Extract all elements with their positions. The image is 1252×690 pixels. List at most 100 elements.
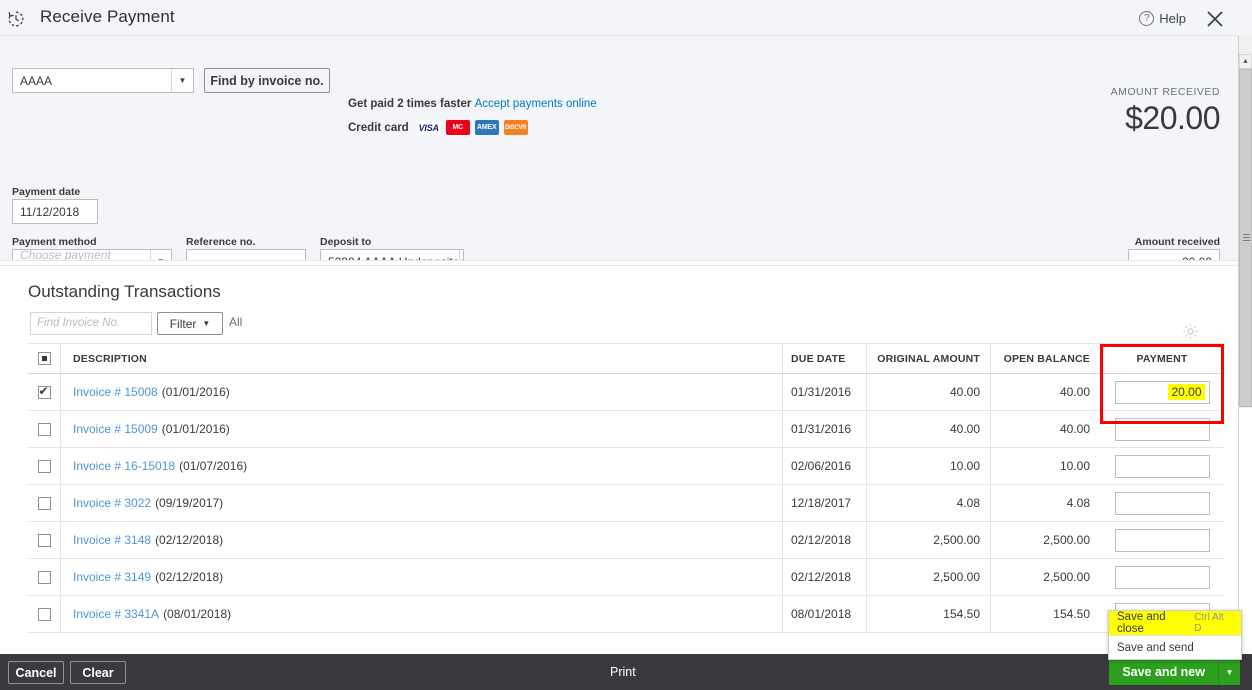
- column-header-open-balance[interactable]: OPEN BALANCE: [990, 344, 1100, 373]
- filter-all-label: All: [229, 315, 243, 329]
- scroll-up-button[interactable]: ▲: [1239, 54, 1252, 69]
- cell-description: Invoice # 15009 (01/01/2016): [60, 411, 782, 447]
- table-row: Invoice # 3148 (02/12/2018) 02/12/2018 2,50…: [28, 522, 1224, 559]
- payment-date-input[interactable]: 11/12/2018: [12, 199, 98, 224]
- cell-due-date: 01/31/2016: [782, 411, 866, 447]
- row-checkbox[interactable]: [37, 533, 51, 547]
- clear-button[interactable]: Clear: [70, 661, 126, 684]
- cell-payment: [1100, 522, 1224, 558]
- cell-original-amount: 2,500.00: [866, 522, 990, 558]
- cell-due-date: 12/18/2017: [782, 485, 866, 521]
- chevron-down-icon[interactable]: ▼: [1218, 659, 1240, 685]
- column-header-description[interactable]: DESCRIPTION: [60, 344, 782, 373]
- column-header-due-date[interactable]: DUE DATE: [782, 344, 866, 373]
- credit-card-row: Credit card VISA MC AMEX DISCVR: [348, 120, 528, 135]
- help-label: Help: [1159, 11, 1186, 26]
- reference-no-label: Reference no.: [186, 236, 256, 248]
- row-select-cell: [28, 459, 60, 473]
- cell-original-amount: 4.08: [866, 485, 990, 521]
- amount-received-heading: AMOUNT RECEIVED: [1110, 86, 1220, 98]
- table-header-row: DESCRIPTION DUE DATE ORIGINAL AMOUNT OPE…: [28, 344, 1224, 374]
- invoice-date: (01/07/2016): [179, 459, 248, 473]
- menu-item-save-and-send[interactable]: Save and send: [1109, 635, 1241, 659]
- customer-select[interactable]: AAAA ▼: [12, 68, 194, 93]
- cell-due-date: 02/06/2016: [782, 448, 866, 484]
- select-all-checkbox[interactable]: [37, 352, 51, 365]
- cancel-button[interactable]: Cancel: [8, 661, 64, 684]
- question-circle-icon: ?: [1139, 11, 1155, 26]
- row-checkbox[interactable]: [37, 496, 51, 510]
- promo-label: Get paid 2 times faster: [348, 98, 472, 110]
- row-select-cell: [28, 384, 60, 399]
- invoice-link[interactable]: Invoice # 16-15018: [73, 459, 175, 473]
- chevron-down-icon[interactable]: ▼: [171, 69, 193, 92]
- invoice-link[interactable]: Invoice # 3341A: [73, 607, 159, 621]
- promo-text: Get paid 2 times faster Accept payments …: [348, 98, 597, 110]
- cell-description: Invoice # 3149 (02/12/2018): [60, 559, 782, 595]
- invoice-date: (02/12/2018): [155, 533, 224, 547]
- accept-payments-online-link[interactable]: Accept payments online: [475, 98, 597, 110]
- table-row: Invoice # 15009 (01/01/2016) 01/31/2016 40.…: [28, 411, 1224, 448]
- row-checkbox[interactable]: [37, 459, 51, 473]
- amex-icon: AMEX: [474, 120, 499, 135]
- invoice-link[interactable]: Invoice # 3149: [73, 570, 151, 584]
- cell-description: Invoice # 3022 (09/19/2017): [60, 485, 782, 521]
- save-and-new-split-button[interactable]: Save and new ▼: [1109, 659, 1240, 685]
- filter-dropdown[interactable]: Filter ▼: [157, 312, 223, 335]
- cell-payment: [1100, 448, 1224, 484]
- menu-item-save-and-close-label: Save and close: [1117, 611, 1166, 635]
- menu-item-save-and-close[interactable]: Save and close Ctrl Alt D: [1109, 611, 1241, 635]
- cell-open-balance: 2,500.00: [990, 522, 1100, 558]
- vertical-scrollbar[interactable]: ▲ ▼: [1238, 36, 1252, 690]
- row-checkbox[interactable]: [37, 570, 51, 584]
- invoice-link[interactable]: Invoice # 15008: [73, 385, 158, 399]
- payment-value: 20.00: [1168, 384, 1205, 400]
- cell-open-balance: 40.00: [990, 411, 1100, 447]
- row-select-cell: [28, 422, 60, 436]
- payment-input[interactable]: [1114, 491, 1210, 515]
- column-header-payment[interactable]: PAYMENT: [1100, 344, 1224, 373]
- invoice-link[interactable]: Invoice # 15009: [73, 422, 158, 436]
- cell-description: Invoice # 3148 (02/12/2018): [60, 522, 782, 558]
- payment-input[interactable]: [1114, 528, 1210, 552]
- cell-due-date: 08/01/2018: [782, 596, 866, 632]
- visa-icon: VISA: [416, 120, 441, 135]
- customer-value: AAAA: [20, 73, 53, 88]
- discover-icon: DISCVR: [503, 120, 528, 135]
- row-checkbox[interactable]: [37, 384, 51, 399]
- outstanding-transactions-pane: Outstanding Transactions Find Invoice No…: [0, 266, 1238, 656]
- cell-description: Invoice # 3341A (08/01/2018): [60, 596, 782, 632]
- select-all-cell: [28, 352, 60, 365]
- find-invoice-input[interactable]: Find Invoice No.: [30, 312, 152, 335]
- payment-input[interactable]: [1114, 565, 1210, 589]
- invoice-link[interactable]: Invoice # 3022: [73, 496, 151, 510]
- cell-open-balance: 2,500.00: [990, 559, 1100, 595]
- row-checkbox[interactable]: [37, 607, 51, 621]
- deposit-to-label: Deposit to: [320, 236, 372, 248]
- print-button[interactable]: Print: [610, 665, 636, 679]
- scrollbar-thumb[interactable]: [1239, 69, 1252, 407]
- cell-payment: [1100, 485, 1224, 521]
- save-and-new-button[interactable]: Save and new: [1109, 659, 1218, 685]
- credit-card-label: Credit card: [348, 121, 409, 134]
- gear-icon[interactable]: [1182, 323, 1199, 340]
- payment-input[interactable]: [1114, 417, 1210, 441]
- page-title: Receive Payment: [40, 7, 175, 26]
- row-checkbox[interactable]: [37, 422, 51, 436]
- table-row: Invoice # 3022 (09/19/2017) 12/18/2017 4.08…: [28, 485, 1224, 522]
- payment-input[interactable]: [1114, 454, 1210, 478]
- payment-method-label: Payment method: [12, 236, 97, 248]
- find-by-invoice-button[interactable]: Find by invoice no.: [204, 68, 330, 93]
- amount-received-field-label: Amount received: [1134, 236, 1220, 248]
- close-icon[interactable]: [1204, 8, 1226, 30]
- transactions-table: DESCRIPTION DUE DATE ORIGINAL AMOUNT OPE…: [28, 343, 1224, 633]
- cell-payment: 20.00: [1100, 374, 1224, 410]
- cell-due-date: 02/12/2018: [782, 522, 866, 558]
- scrollbar-track[interactable]: [1239, 36, 1252, 408]
- table-row: Invoice # 3149 (02/12/2018) 02/12/2018 2,50…: [28, 559, 1224, 596]
- column-header-original-amount[interactable]: ORIGINAL AMOUNT: [866, 344, 990, 373]
- cell-original-amount: 10.00: [866, 448, 990, 484]
- payment-input[interactable]: 20.00: [1114, 380, 1210, 404]
- invoice-link[interactable]: Invoice # 3148: [73, 533, 151, 547]
- help-button[interactable]: ? Help: [1139, 11, 1186, 26]
